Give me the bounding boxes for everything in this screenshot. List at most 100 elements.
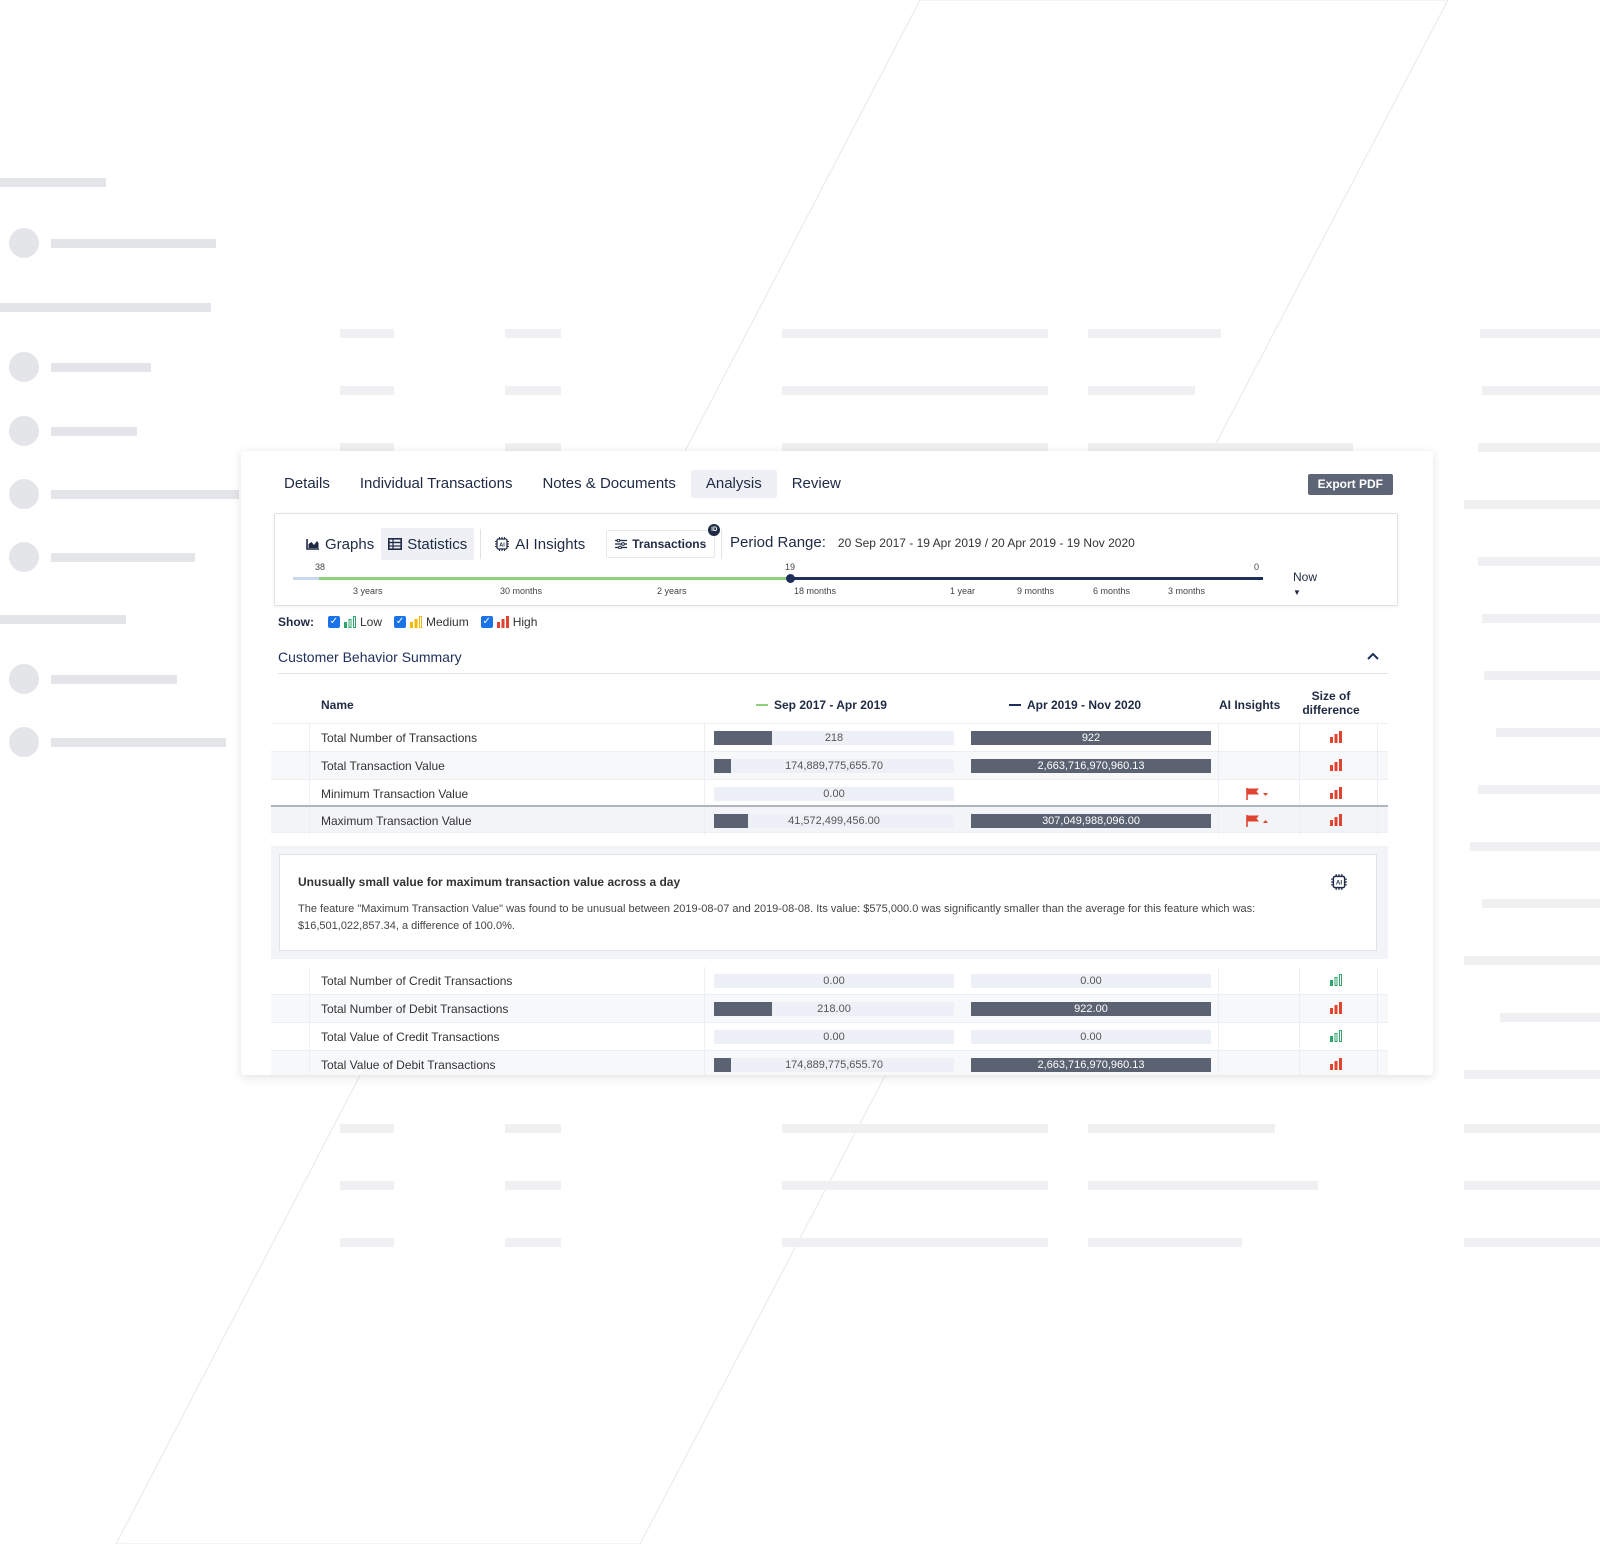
chevron-up-icon[interactable] bbox=[1366, 651, 1380, 661]
period-1-value: 0.00 bbox=[823, 788, 845, 800]
transactions-label: Transactions bbox=[632, 537, 707, 551]
cell-divider bbox=[1377, 807, 1378, 835]
timeline-start-segment bbox=[293, 577, 319, 580]
row-name: Maximum Transaction Value bbox=[321, 814, 472, 828]
export-pdf-button[interactable]: Export PDF bbox=[1307, 474, 1393, 495]
period-1-value: 174,889,775,655.70 bbox=[785, 760, 883, 772]
period-1-bar: 218 bbox=[714, 731, 954, 745]
timeline-label: 18 months bbox=[794, 586, 837, 596]
now-dropdown[interactable]: Now ▼ bbox=[1293, 570, 1317, 598]
column-period-1-label: Sep 2017 - Apr 2019 bbox=[774, 698, 887, 712]
cell-divider bbox=[1218, 724, 1219, 752]
cell-divider bbox=[309, 752, 310, 780]
tab-review[interactable]: Review bbox=[777, 470, 856, 498]
table-row[interactable]: Total Value of Credit Transactions 0.00 0.… bbox=[271, 1023, 1388, 1051]
insight-body: The feature "Maximum Transaction Value" … bbox=[298, 903, 1256, 932]
view-switcher: Graphs Statistics AI AI Insights Transac… bbox=[299, 524, 728, 560]
high-level-bars-icon bbox=[1330, 814, 1342, 826]
cell-divider bbox=[1218, 967, 1219, 995]
tab-analysis[interactable]: Analysis bbox=[690, 470, 777, 498]
checkbox-checked-icon: ✓ bbox=[394, 616, 407, 628]
timeline-label: 1 year bbox=[950, 586, 976, 596]
table-row[interactable]: Total Transaction Value 174,889,775,655.7… bbox=[271, 752, 1388, 780]
cell-divider bbox=[1299, 995, 1300, 1023]
period-2-value: 0.00 bbox=[1080, 1031, 1102, 1043]
id-badge-icon: ID bbox=[708, 524, 721, 536]
tab-notes-documents[interactable]: Notes & Documents bbox=[527, 470, 690, 498]
flag-down-icon[interactable] bbox=[1245, 787, 1269, 801]
summary-header: Customer Behavior Summary bbox=[278, 649, 1388, 674]
ai-insights-label: AI Insights bbox=[515, 535, 586, 553]
graphs-button[interactable]: Graphs bbox=[299, 528, 381, 560]
period-1-value: 41,572,499,456.00 bbox=[788, 815, 880, 827]
cell-divider bbox=[1218, 780, 1219, 808]
statistics-label: Statistics bbox=[407, 535, 468, 553]
low-checkbox[interactable]: ✓ Low bbox=[328, 615, 382, 629]
cell-divider bbox=[1377, 752, 1378, 780]
timeline-number: 0 bbox=[1254, 562, 1260, 572]
high-level-bars-icon bbox=[1330, 759, 1342, 771]
medium-checkbox[interactable]: ✓ Medium bbox=[394, 615, 469, 629]
cell-divider bbox=[704, 967, 705, 995]
period-range: Period Range: 20 Sep 2017 - 19 Apr 2019 … bbox=[730, 534, 1135, 551]
row-name: Minimum Transaction Value bbox=[321, 787, 469, 801]
row-name: Total Number of Credit Transactions bbox=[321, 974, 513, 988]
ai-insights-button[interactable]: AI AI Insights bbox=[487, 528, 592, 560]
period-2-value: 307,049,988,096.00 bbox=[1042, 815, 1140, 827]
transactions-button[interactable]: Transactions ID bbox=[606, 524, 721, 558]
filter-panel: Graphs Statistics AI AI Insights Transac… bbox=[274, 513, 1398, 606]
column-ai-insights: AI Insights bbox=[1219, 698, 1281, 712]
tab-details[interactable]: Details bbox=[269, 470, 345, 498]
timeline-number: 19 bbox=[785, 562, 796, 572]
table-row[interactable]: Total Value of Debit Transactions 174,889… bbox=[271, 1051, 1388, 1075]
period-2-value: 2,663,716,970,960.13 bbox=[1037, 760, 1145, 772]
cell-divider bbox=[1377, 967, 1378, 995]
period-1-value: 218 bbox=[824, 732, 844, 744]
table-row[interactable]: Minimum Transaction Value 0.00 bbox=[271, 780, 1388, 808]
period-1-bar: 218.00 bbox=[714, 1002, 954, 1016]
cell-divider bbox=[1377, 1023, 1378, 1051]
statistics-button[interactable]: Statistics bbox=[381, 528, 475, 560]
column-period-2: Apr 2019 - Nov 2020 bbox=[1009, 698, 1141, 712]
period-timeline[interactable]: 38 19 0 3 years 30 months 2 years 18 mon… bbox=[293, 562, 1317, 602]
cell-divider bbox=[1218, 807, 1219, 835]
checkbox-checked-icon: ✓ bbox=[480, 616, 493, 628]
cell-divider bbox=[704, 807, 705, 835]
show-label: Show: bbox=[278, 615, 314, 629]
table-row[interactable]: Total Number of Credit Transactions 0.00 0… bbox=[271, 967, 1388, 995]
period-2-value: 922 bbox=[1081, 732, 1101, 744]
table-row[interactable]: Total Number of Debit Transactions 218.00… bbox=[271, 995, 1388, 1023]
cell-divider bbox=[704, 995, 705, 1023]
table-row[interactable]: Total Number of Transactions 218 922 bbox=[271, 724, 1388, 752]
timeline-label: 3 months bbox=[1168, 586, 1206, 596]
timeline-handle[interactable] bbox=[786, 574, 795, 583]
divider bbox=[721, 529, 723, 559]
period-1-bar: 174,889,775,655.70 bbox=[714, 1058, 954, 1072]
period-1-value: 174,889,775,655.70 bbox=[785, 1059, 883, 1071]
graphs-label: Graphs bbox=[325, 535, 375, 553]
high-checkbox[interactable]: ✓ High bbox=[480, 615, 537, 629]
column-size-of-difference: Size of difference bbox=[1291, 689, 1371, 717]
medium-label: Medium bbox=[426, 615, 469, 629]
period-1-bar: 0.00 bbox=[714, 787, 954, 801]
table-row[interactable]: Maximum Transaction Value 41,572,499,456.… bbox=[271, 805, 1388, 835]
high-level-bars-icon bbox=[1330, 1058, 1342, 1070]
table-header: Name Sep 2017 - Apr 2019 Apr 2019 - Nov … bbox=[271, 684, 1388, 724]
tab-individual-transactions[interactable]: Individual Transactions bbox=[345, 470, 528, 498]
flag-up-icon[interactable] bbox=[1245, 814, 1269, 828]
column-period-1: Sep 2017 - Apr 2019 bbox=[756, 698, 887, 712]
low-level-bars-icon bbox=[1330, 974, 1342, 986]
summary-title: Customer Behavior Summary bbox=[278, 649, 462, 665]
period-2-bar: 922.00 bbox=[971, 1002, 1211, 1016]
cell-divider bbox=[1218, 995, 1219, 1023]
low-label: Low bbox=[360, 615, 383, 629]
low-level-bars-icon bbox=[344, 616, 356, 628]
row-name: Total Number of Transactions bbox=[321, 731, 478, 745]
period-1-legend-line bbox=[756, 704, 768, 706]
cell-divider bbox=[309, 1051, 310, 1075]
row-name: Total Value of Credit Transactions bbox=[321, 1030, 500, 1044]
cell-divider bbox=[1377, 780, 1378, 808]
timeline-label: 2 years bbox=[657, 586, 687, 596]
column-size-line-1: Size of bbox=[1311, 689, 1351, 703]
cell-divider bbox=[704, 1023, 705, 1051]
